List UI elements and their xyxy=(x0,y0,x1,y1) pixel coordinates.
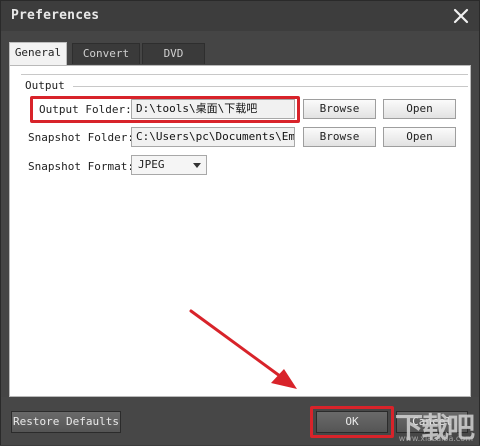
close-button[interactable] xyxy=(451,6,471,26)
dialog-title: Preferences xyxy=(11,8,100,23)
preferences-dialog: Preferences General Convert DVD Output O… xyxy=(0,0,480,445)
snapshot-open-button[interactable]: Open xyxy=(383,127,456,147)
highlight-ok-button xyxy=(310,406,394,438)
watermark-url: www.xiazaiba.com xyxy=(398,434,473,443)
chevron-down-icon xyxy=(193,163,201,168)
tab-dvd[interactable]: DVD xyxy=(142,43,205,64)
restore-defaults-button[interactable]: Restore Defaults xyxy=(11,411,121,433)
snapshot-format-label: Snapshot Format: xyxy=(28,160,134,173)
snapshot-format-select[interactable]: JPEG xyxy=(131,155,207,175)
title-bar: Preferences xyxy=(1,1,479,31)
output-group-label: Output xyxy=(25,79,65,92)
output-open-button[interactable]: Open xyxy=(383,99,456,119)
snapshot-folder-label: Snapshot Folder: xyxy=(28,131,134,144)
snapshot-folder-field[interactable]: C:\Users\pc\Documents\Emic xyxy=(131,127,295,147)
group-divider-output xyxy=(73,86,468,87)
snapshot-browse-button[interactable]: Browse xyxy=(303,127,376,147)
close-icon xyxy=(453,8,469,24)
highlight-output-folder xyxy=(30,96,300,123)
snapshot-format-value: JPEG xyxy=(138,158,165,171)
group-divider xyxy=(21,74,468,75)
tab-general[interactable]: General xyxy=(9,42,67,65)
output-browse-button[interactable]: Browse xyxy=(303,99,376,119)
tab-convert[interactable]: Convert xyxy=(72,43,140,64)
